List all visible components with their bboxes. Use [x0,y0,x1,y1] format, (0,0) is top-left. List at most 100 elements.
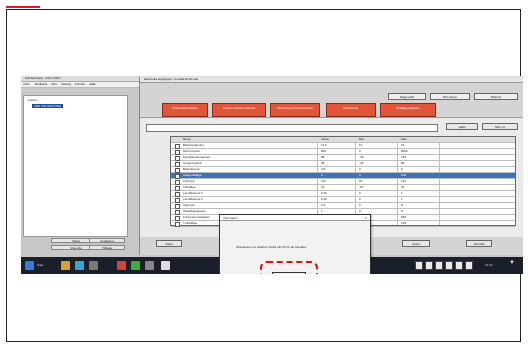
parameter-table: Namn Värde Min Max Batterispänning 12.5 10… [170,136,516,227]
diagnostics-button[interactable]: Diagnostik [388,93,426,100]
table-cell: -20 [359,185,364,189]
arrow-down-icon: ▼ [509,260,515,266]
header-min: Min [359,137,364,141]
table-cell: -40 [359,161,364,165]
table-cell: 10 [359,143,363,147]
media-icon[interactable] [161,261,170,270]
app-title: Elektriska kopplingar / Kontakt ECM Hud [144,77,199,81]
menu-item-tools[interactable]: Verktyg [61,82,71,86]
header-name: Namn [183,137,192,141]
tray-icon-1[interactable] [415,261,423,270]
folder-icon[interactable] [61,261,70,270]
table-cell: 0 [359,167,361,171]
tree-node-selected[interactable]: ANP 700 0000 0392 [32,104,63,108]
table-cell: 250 [401,215,407,219]
header-value: Värde [321,137,330,141]
tool-icon[interactable] [131,261,140,270]
start-icon[interactable] [25,261,34,270]
table-cell: Batterispänning [183,143,204,147]
tree-node-vehicle[interactable]: Fordon [28,98,38,102]
table-cell: Lambdasond 1 [183,191,203,195]
table-cell: 25 [321,161,325,165]
table-cell: Växellägesgivare [183,209,206,213]
table-cell: 100 [401,173,407,177]
table-cell: -40 [359,155,364,159]
corner-tab [6,0,40,8]
screenshot-area: Tekniskt data - Volvo VIDA Arkiv Rediger… [21,76,523,274]
table-cell: Trottelläge [183,221,198,225]
table-cell: 10 [321,185,325,189]
table-cell: 0 [359,209,361,213]
clock: 10:42 [485,263,493,267]
close-icon[interactable]: × [365,215,367,221]
dialog-message: Operationen är slutförd. Klicka på OK fö… [236,245,307,249]
table-cell: Gaspedalläge [183,173,202,177]
table-cell: Fordonets hastighet [183,215,210,219]
tab-mode-diagnosis[interactable]: Driftlägesdiagnos [380,103,436,117]
table-cell: 1 [401,197,403,201]
table-cell: 88 [321,155,325,159]
browser-icon[interactable] [75,261,84,270]
left-refresh-button[interactable]: Uppdatera [89,238,125,243]
print-button[interactable]: Skriv ut [482,123,518,130]
tab-read-dtc[interactable]: Avläsa / Radera felkoder [212,103,266,117]
help-button[interactable]: Hjälp [446,123,478,130]
menu-item-view[interactable]: Visa [51,82,57,86]
left-back-button[interactable]: Tillbaka [89,245,125,250]
table-cell: Bränsletryck [183,167,200,171]
tray-icon-5[interactable] [455,261,463,270]
table-cell: 15 [401,143,405,147]
table-cell: 1 [321,209,323,213]
table-cell: 101 [321,179,327,183]
menu-item-help[interactable]: Hjälp [89,82,96,86]
menu-item-file[interactable]: Arkiv [23,82,30,86]
save-button[interactable]: Spara [402,240,430,247]
table-cell: 6 [401,209,403,213]
table-cell: 130 [401,155,407,159]
app-titlebar: Elektriska kopplingar / Kontakt ECM Hud [140,77,523,83]
dialog-title: Information [220,215,370,221]
table-cell: 6 [401,167,403,171]
reset-button[interactable]: Återställ [466,240,492,247]
table-cell: 12.5 [321,143,327,147]
table-cell: 50 [359,179,363,183]
start-text: Start [37,263,44,267]
settings-icon[interactable] [145,261,154,270]
table-cell: Insugningsluft [183,161,202,165]
tray-icon-6[interactable] [465,261,473,270]
table-cell: 0 [359,191,361,195]
tray-icon-3[interactable] [435,261,443,270]
tray-icon-4[interactable] [445,261,453,270]
ok-button[interactable]: OK [272,272,306,274]
tray-icon-2[interactable] [425,261,433,270]
tab-parameters[interactable]: Parametrar [326,103,376,117]
table-cell: 0 [359,203,361,207]
table-cell: 0 [359,173,361,177]
table-cell: 120 [401,179,407,183]
table-cell: Lambdasond 2 [183,197,203,201]
my-work-button[interactable]: Mitt arbete [430,93,470,100]
row-checkbox[interactable] [175,222,180,227]
table-cell: 8 [401,203,403,207]
table-cell: 100 [401,221,407,225]
menu-item-edit[interactable]: Redigera [35,82,47,86]
start-button[interactable]: Starta [156,240,182,247]
table-cell: Motorvarvtal [183,149,200,153]
menu-item-window[interactable]: Fönster [75,82,85,86]
table-cell: 3.8 [321,167,326,171]
filter-bar[interactable] [146,124,438,132]
tab-vehicle-info[interactable]: Fordonsinformation [162,103,208,117]
table-cell: 0.45 [321,197,327,201]
table-cell: Oljetryck [183,203,195,207]
table-cell: Lufttryck [183,179,195,183]
tab-component-activation[interactable]: Aktivering av komponenter [270,103,320,117]
app-icon[interactable] [89,261,98,270]
measurement-button[interactable]: Mätinstr [474,93,518,100]
table-cell: 2.5 [321,203,326,207]
header-max: Max [401,137,407,141]
table-cell: 1 [401,191,403,195]
ok-highlight-annotation: OK [260,261,318,274]
vehicle-tree-panel: Fordon ANP 700 0000 0392 [23,95,128,237]
table-cell: 0.45 [321,191,327,195]
vida-icon[interactable] [117,261,126,270]
